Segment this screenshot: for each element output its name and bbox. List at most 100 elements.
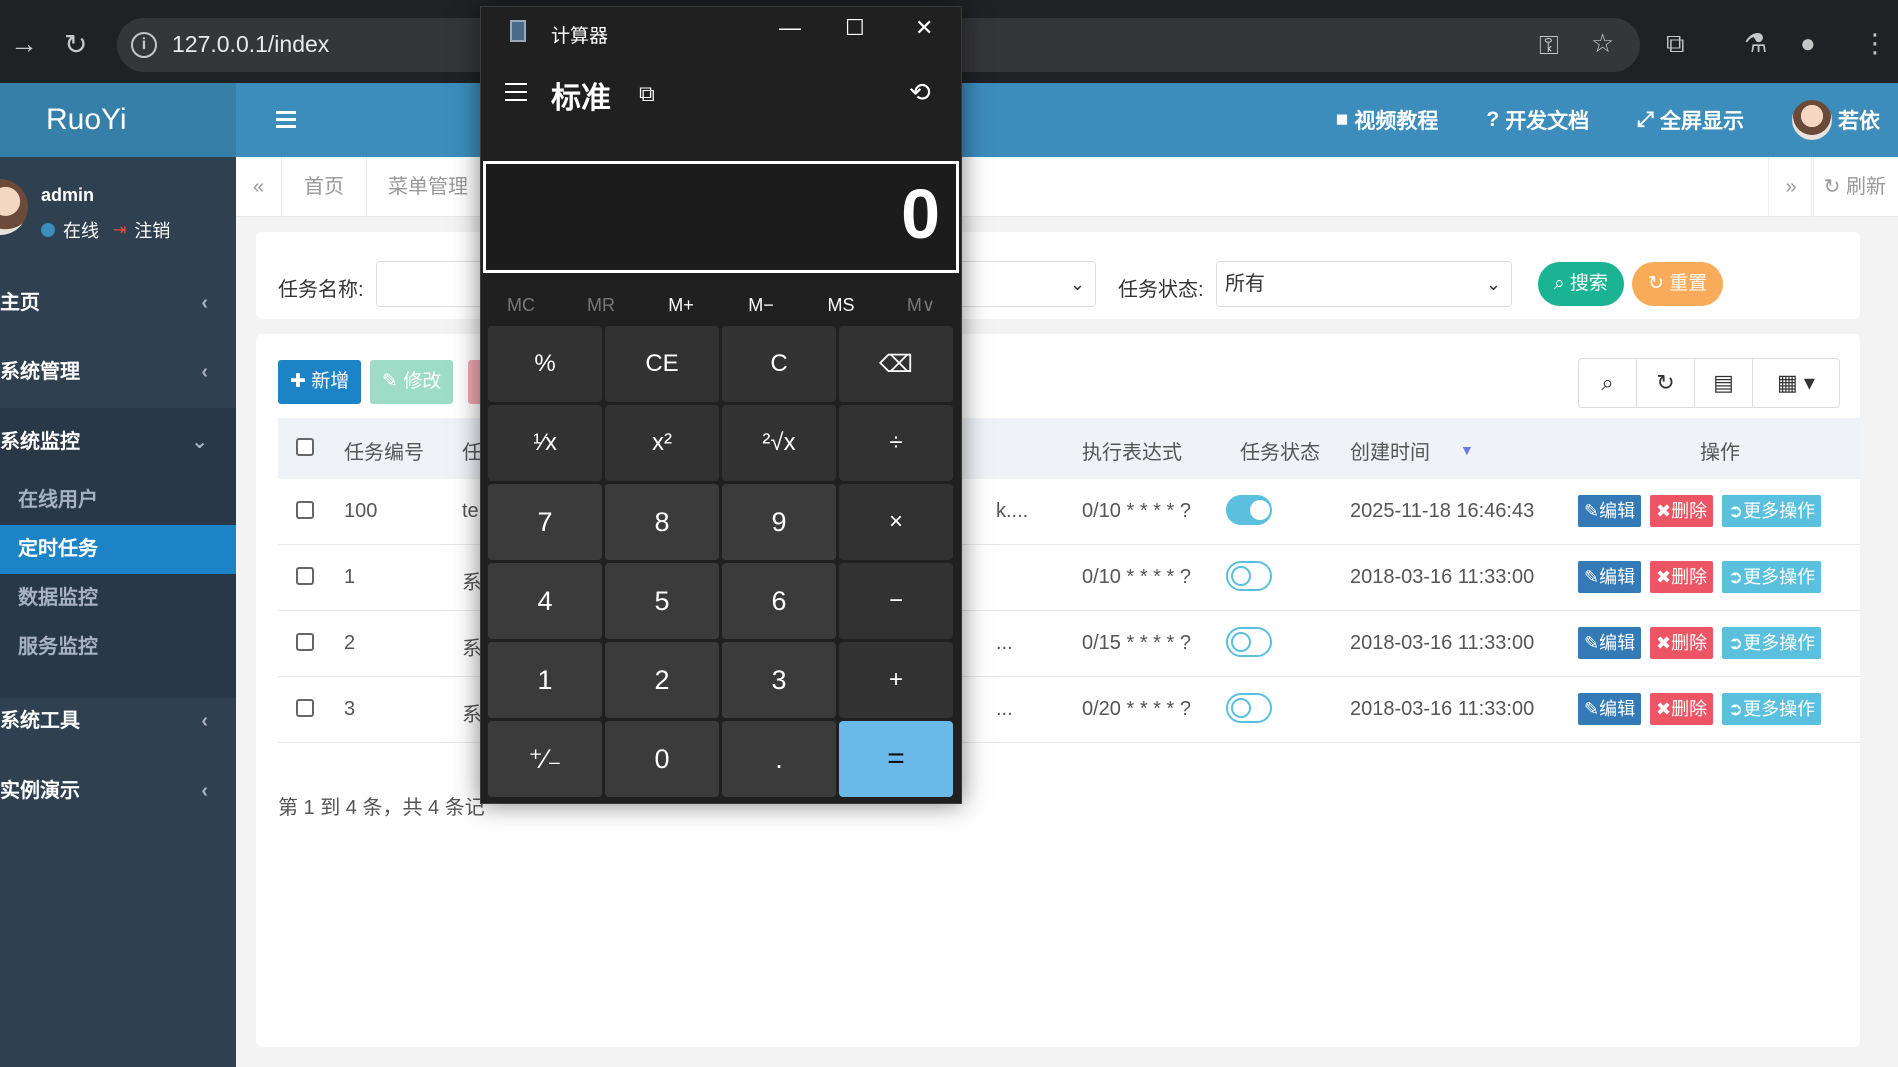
digit-8-key[interactable]: 8 (605, 484, 719, 560)
row-checkbox[interactable] (296, 699, 314, 717)
row-checkbox[interactable] (296, 501, 314, 519)
row-more-button[interactable]: ➲更多操作 (1722, 693, 1822, 725)
menu-kebab-icon[interactable]: ⋮ (1862, 28, 1888, 59)
sidebar-toggle-icon[interactable] (276, 111, 296, 132)
reset-button[interactable]: ↻ 重置 (1632, 262, 1724, 306)
docs-link[interactable]: ? 开发文档 (1486, 105, 1589, 135)
row-delete-button[interactable]: ✖删除 (1650, 627, 1714, 659)
divide-key[interactable]: ÷ (839, 405, 953, 481)
invoke-target[interactable]: ... (996, 698, 1013, 721)
labs-icon[interactable]: ⚗ (1744, 28, 1767, 59)
info-icon[interactable]: i (131, 32, 157, 58)
digit-3-key[interactable]: 3 (722, 642, 836, 718)
status-toggle[interactable] (1226, 627, 1272, 657)
digit-2-key[interactable]: 2 (605, 642, 719, 718)
clear-key[interactable]: C (722, 326, 836, 402)
status-toggle[interactable] (1226, 693, 1272, 723)
row-edit-button[interactable]: ✎编辑 (1578, 561, 1642, 593)
reload-icon[interactable]: ↻ (64, 28, 87, 61)
tab-home[interactable]: 首页 (282, 157, 367, 217)
edit-button[interactable]: ✎ 修改 (370, 360, 454, 404)
row-more-button[interactable]: ➲更多操作 (1722, 627, 1822, 659)
digit-1-key[interactable]: 1 (488, 642, 602, 718)
memory-store-button[interactable]: MS (801, 285, 881, 325)
nav-menu-icon[interactable] (505, 83, 527, 107)
multiply-key[interactable]: × (839, 484, 953, 560)
clear-entry-key[interactable]: CE (605, 326, 719, 402)
app-logo[interactable]: RuoYi (0, 83, 236, 157)
row-more-button[interactable]: ➲更多操作 (1722, 561, 1822, 593)
digit-9-key[interactable]: 9 (722, 484, 836, 560)
row-delete-button[interactable]: ✖删除 (1650, 693, 1714, 725)
digit-4-key[interactable]: 4 (488, 563, 602, 639)
card-view-icon[interactable]: ▤ (1695, 359, 1753, 407)
task-status-select[interactable]: 所有 ⌄ (1216, 261, 1512, 307)
forward-icon[interactable]: → (10, 28, 38, 60)
search-button[interactable]: ⌕ 搜索 (1538, 262, 1624, 306)
row-edit-button[interactable]: ✎编辑 (1578, 627, 1642, 659)
close-icon[interactable]: ✕ (915, 15, 933, 41)
subtract-key[interactable]: − (839, 563, 953, 639)
square-root-key[interactable]: ²√x (722, 405, 836, 481)
reciprocal-key[interactable]: ¹∕x (488, 405, 602, 481)
row-more-button[interactable]: ➲更多操作 (1722, 495, 1822, 527)
sidebar-item-demos[interactable]: 实例演示 ‹ (0, 757, 236, 825)
memory-add-button[interactable]: M+ (641, 285, 721, 325)
row-delete-button[interactable]: ✖删除 (1650, 495, 1714, 527)
tab-next-icon[interactable]: » (1768, 157, 1814, 217)
sidebar-item-scheduled-tasks[interactable]: 定时任务 (0, 525, 236, 574)
sidebar-item-system-management[interactable]: 系统管理 ‹ (0, 338, 236, 406)
sidebar-item-online-users[interactable]: 在线用户 (0, 476, 236, 525)
status-toggle[interactable] (1226, 561, 1272, 591)
search-toggle-icon[interactable]: ⌕ (1579, 359, 1637, 407)
tab-menu-management[interactable]: 菜单管理 (366, 157, 491, 217)
user-menu[interactable]: 若依 (1792, 100, 1880, 140)
sidebar-item-system-monitor[interactable]: 系统监控 ⌄ (0, 408, 236, 476)
refresh-tab-button[interactable]: ↻ 刷新 (1810, 157, 1898, 217)
row-checkbox[interactable] (296, 633, 314, 651)
digit-6-key[interactable]: 6 (722, 563, 836, 639)
video-tutorial-link[interactable]: ■ 视频教程 (1336, 105, 1439, 135)
row-edit-button[interactable]: ✎编辑 (1578, 693, 1642, 725)
columns-icon[interactable]: ▦ ▾ (1753, 359, 1839, 407)
col-cron[interactable]: 执行表达式 (1082, 436, 1182, 465)
memory-recall-button[interactable]: MR (561, 285, 641, 325)
invoke-target[interactable]: k.... (996, 500, 1028, 523)
key-icon[interactable]: ⚿ (1539, 30, 1559, 62)
status-toggle[interactable] (1226, 495, 1272, 525)
digit-7-key[interactable]: 7 (488, 484, 602, 560)
col-status[interactable]: 任务状态 (1240, 436, 1320, 465)
url-text[interactable]: 127.0.0.1/index (172, 31, 329, 58)
negate-key[interactable]: ⁺∕₋ (488, 721, 602, 797)
logout-link[interactable]: 注销 (134, 217, 170, 243)
sidebar-item-system-tools[interactable]: 系统工具 ‹ (0, 687, 236, 755)
calculator-titlebar[interactable]: 计算器 — ☐ ✕ (481, 7, 961, 57)
row-edit-button[interactable]: ✎编辑 (1578, 495, 1642, 527)
sidebar-item-data-monitor[interactable]: 数据监控 (0, 574, 236, 623)
digit-0-key[interactable]: 0 (605, 721, 719, 797)
col-created[interactable]: 创建时间 (1350, 436, 1430, 465)
percent-key[interactable]: % (488, 326, 602, 402)
col-task-id[interactable]: 任务编号 (344, 436, 424, 465)
logout-icon[interactable]: ⇥ (113, 220, 126, 240)
square-key[interactable]: x² (605, 405, 719, 481)
add-key[interactable]: + (839, 642, 953, 718)
star-icon[interactable]: ☆ (1591, 28, 1614, 59)
refresh-icon[interactable]: ↻ (1637, 359, 1695, 407)
invoke-target[interactable]: ... (996, 632, 1013, 655)
sort-desc-icon[interactable]: ▼ (1460, 442, 1474, 458)
memory-subtract-button[interactable]: M− (721, 285, 801, 325)
add-button[interactable]: ✚ 新增 (278, 360, 362, 404)
col-task-name[interactable]: 任 (462, 436, 482, 465)
digit-5-key[interactable]: 5 (605, 563, 719, 639)
extensions-icon[interactable]: ⧉ (1666, 28, 1685, 60)
row-delete-button[interactable]: ✖删除 (1650, 561, 1714, 593)
decimal-key[interactable]: . (722, 721, 836, 797)
memory-list-button[interactable]: M∨ (881, 285, 961, 325)
maximize-icon[interactable]: ☐ (845, 15, 865, 41)
history-icon[interactable]: ⟲ (909, 77, 931, 108)
equals-key[interactable]: = (839, 721, 953, 797)
fullscreen-link[interactable]: ⤢ 全屏显示 (1637, 105, 1744, 135)
sidebar-item-home[interactable]: 主页 ‹ (0, 269, 236, 337)
backspace-key[interactable]: ⌫ (839, 326, 953, 402)
